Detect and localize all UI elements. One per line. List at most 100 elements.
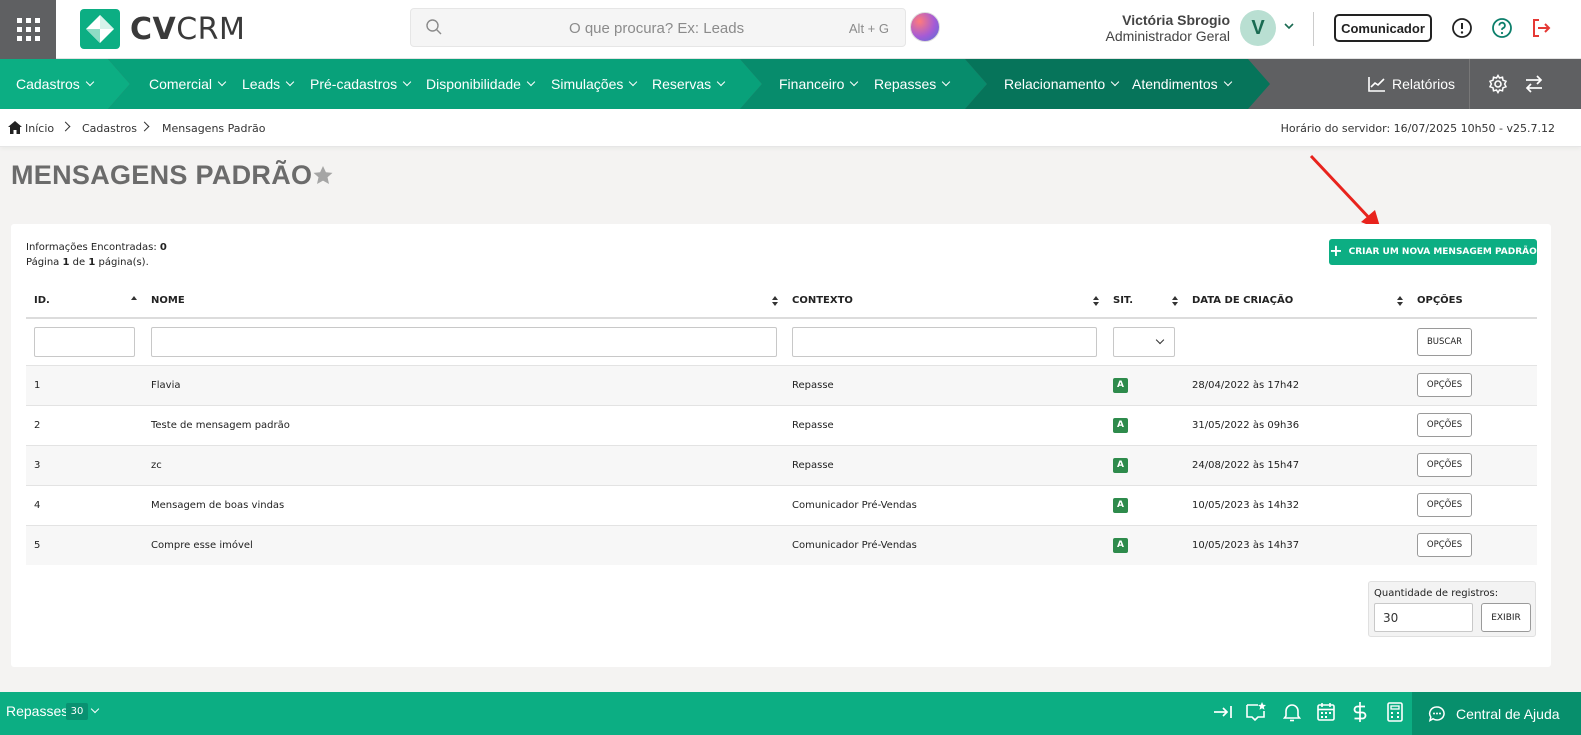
search-button[interactable]: BUSCAR <box>1417 327 1472 356</box>
module-label[interactable]: Repasses <box>6 703 68 719</box>
user-info[interactable]: Victória Sbrogio Administrador Geral <box>1080 12 1231 44</box>
gear-icon[interactable] <box>1488 74 1508 94</box>
row-options-button[interactable]: OPÇÕES <box>1417 533 1472 558</box>
nav-pre-cadastros[interactable]: Pré-cadastros <box>310 59 412 109</box>
status-badge: A <box>1113 377 1128 393</box>
chevron-down-icon <box>1155 335 1165 344</box>
filter-sit-select[interactable] <box>1113 326 1175 357</box>
chevron-down-icon[interactable] <box>1283 20 1295 32</box>
global-search[interactable]: O que procura? Ex: Leads Alt + G <box>410 8 906 47</box>
server-time: Horário do servidor: 16/07/2025 10h50 - … <box>1280 122 1555 135</box>
column-header-data[interactable]: DATA DE CRIAÇÃO <box>1184 284 1409 319</box>
nav-repasses[interactable]: Repasses <box>874 59 951 109</box>
filter-id-input[interactable] <box>34 326 135 357</box>
dollar-icon[interactable] <box>1349 701 1371 723</box>
nav-reservas[interactable]: Reservas <box>652 59 726 109</box>
create-message-button[interactable]: + CRIAR UM NOVA MENSAGEM PADRÃO <box>1329 239 1537 265</box>
records-per-page-label: Quantidade de registros: <box>1374 588 1499 599</box>
chart-line-icon <box>1368 77 1385 92</box>
cell-id: 2 <box>26 404 143 445</box>
ai-assistant-icon[interactable] <box>910 12 940 42</box>
comunicador-button[interactable]: Comunicador <box>1334 14 1432 42</box>
bottom-bar: Repasses 30 Central de Ajuda <box>0 692 1581 735</box>
column-header-id[interactable]: ID. <box>26 284 143 319</box>
cell-data: 24/08/2022 às 15h47 <box>1184 444 1409 485</box>
cell-data: 31/05/2022 às 09h36 <box>1184 404 1409 445</box>
help-icon[interactable] <box>1490 16 1514 40</box>
cell-contexto: Repasse <box>784 364 1105 405</box>
status-badge: A <box>1113 457 1128 473</box>
column-header-opcoes: OPÇÕES <box>1409 284 1537 319</box>
nav-disponibilidade[interactable]: Disponibilidade <box>426 59 536 109</box>
row-options-button[interactable]: OPÇÕES <box>1417 413 1472 437</box>
table-row: 5 Compre esse imóvel Comunicador Pré-Venda… <box>26 524 1537 565</box>
records-per-page: Quantidade de registros: 30 EXIBIR <box>1368 581 1536 637</box>
status-badge: A <box>1113 497 1128 513</box>
nav-relatorios[interactable]: Relatórios <box>1368 59 1455 109</box>
swap-arrows-icon[interactable] <box>1524 75 1544 93</box>
main-nav: Cadastros Comercial Leads Pré-cadastros … <box>0 59 1581 109</box>
cell-nome: Mensagem de boas vindas <box>143 484 784 525</box>
column-header-nome[interactable]: NOME <box>143 284 784 319</box>
message-star-icon[interactable] <box>1245 701 1267 723</box>
cell-sit: A <box>1105 524 1184 565</box>
apps-grid-icon[interactable] <box>0 0 56 59</box>
filter-contexto-input[interactable] <box>792 326 1097 357</box>
cell-data: 10/05/2023 às 14h32 <box>1184 484 1409 525</box>
module-count-badge: 30 <box>66 703 88 720</box>
breadcrumb-cadastros[interactable]: Cadastros <box>82 122 137 135</box>
nav-cadastros[interactable]: Cadastros <box>16 59 95 109</box>
logout-icon[interactable] <box>1529 16 1553 40</box>
plus-icon: + <box>1329 241 1343 260</box>
results-info: Informações Encontradas: 0 Página 1 de 1… <box>26 242 167 268</box>
show-button[interactable]: EXIBIR <box>1481 603 1531 632</box>
favorite-star-icon[interactable] <box>313 166 333 185</box>
nav-atendimentos[interactable]: Atendimentos <box>1132 59 1232 109</box>
collapse-right-icon[interactable] <box>1212 701 1234 723</box>
column-header-contexto[interactable]: CONTEXTO <box>784 284 1105 319</box>
cell-data: 10/05/2023 às 14h37 <box>1184 524 1409 565</box>
filter-nome-input[interactable] <box>151 326 777 357</box>
cell-nome: zc <box>143 444 784 485</box>
chevron-right-icon <box>139 121 150 132</box>
cell-contexto: Comunicador Pré-Vendas <box>784 484 1105 525</box>
top-header: CVCRM O que procura? Ex: Leads Alt + G V… <box>0 0 1581 59</box>
annotation-arrow-icon <box>1309 154 1381 230</box>
calculator-icon[interactable] <box>1384 701 1406 723</box>
cell-nome: Teste de mensagem padrão <box>143 404 784 445</box>
column-header-sit[interactable]: SIT. <box>1105 284 1184 319</box>
avatar[interactable]: V <box>1240 10 1276 46</box>
records-per-page-input[interactable]: 30 <box>1374 603 1473 632</box>
breadcrumb-home[interactable]: Início <box>25 122 54 135</box>
table-row: 3 zc Repasse A 24/08/2022 às 15h47 OPÇÕES <box>26 444 1537 485</box>
cell-data: 28/04/2022 às 17h42 <box>1184 364 1409 405</box>
cell-nome: Compre esse imóvel <box>143 524 784 565</box>
calendar-icon[interactable] <box>1315 701 1337 723</box>
sort-icon <box>1093 296 1099 306</box>
user-role: Administrador Geral <box>1105 28 1231 44</box>
nav-comercial[interactable]: Comercial <box>149 59 227 109</box>
row-options-button[interactable]: OPÇÕES <box>1417 453 1472 477</box>
table-row: 1 Flavia Repasse A 28/04/2022 às 17h42 OPÇÕES <box>26 364 1537 405</box>
results-card: Informações Encontradas: 0 Página 1 de 1… <box>11 224 1551 667</box>
status-badge: A <box>1113 537 1128 553</box>
home-icon[interactable] <box>8 121 22 134</box>
chevron-down-icon[interactable] <box>90 704 100 714</box>
help-center-button[interactable]: Central de Ajuda <box>1412 692 1581 735</box>
nav-relacionamento[interactable]: Relacionamento <box>1004 59 1120 109</box>
row-options-button[interactable]: OPÇÕES <box>1417 373 1472 397</box>
sort-icon <box>772 296 778 306</box>
nav-leads[interactable]: Leads <box>242 59 295 109</box>
info-icon[interactable] <box>1450 16 1474 40</box>
breadcrumb-current: Mensagens Padrão <box>162 122 266 135</box>
cell-opcoes: OPÇÕES <box>1409 444 1537 485</box>
messages-table: ID. NOME CONTEXTO SIT. DATA DE CRIAÇÃO O… <box>26 284 1537 565</box>
bell-icon[interactable] <box>1281 701 1303 723</box>
nav-simulacoes[interactable]: Simulações <box>551 59 638 109</box>
cvcrm-logo[interactable]: CVCRM <box>80 8 245 50</box>
nav-financeiro[interactable]: Financeiro <box>779 59 859 109</box>
search-shortcut: Alt + G <box>848 21 889 36</box>
cell-contexto: Repasse <box>784 444 1105 485</box>
row-options-button[interactable]: OPÇÕES <box>1417 493 1472 517</box>
logo-text: CVCRM <box>130 11 246 47</box>
